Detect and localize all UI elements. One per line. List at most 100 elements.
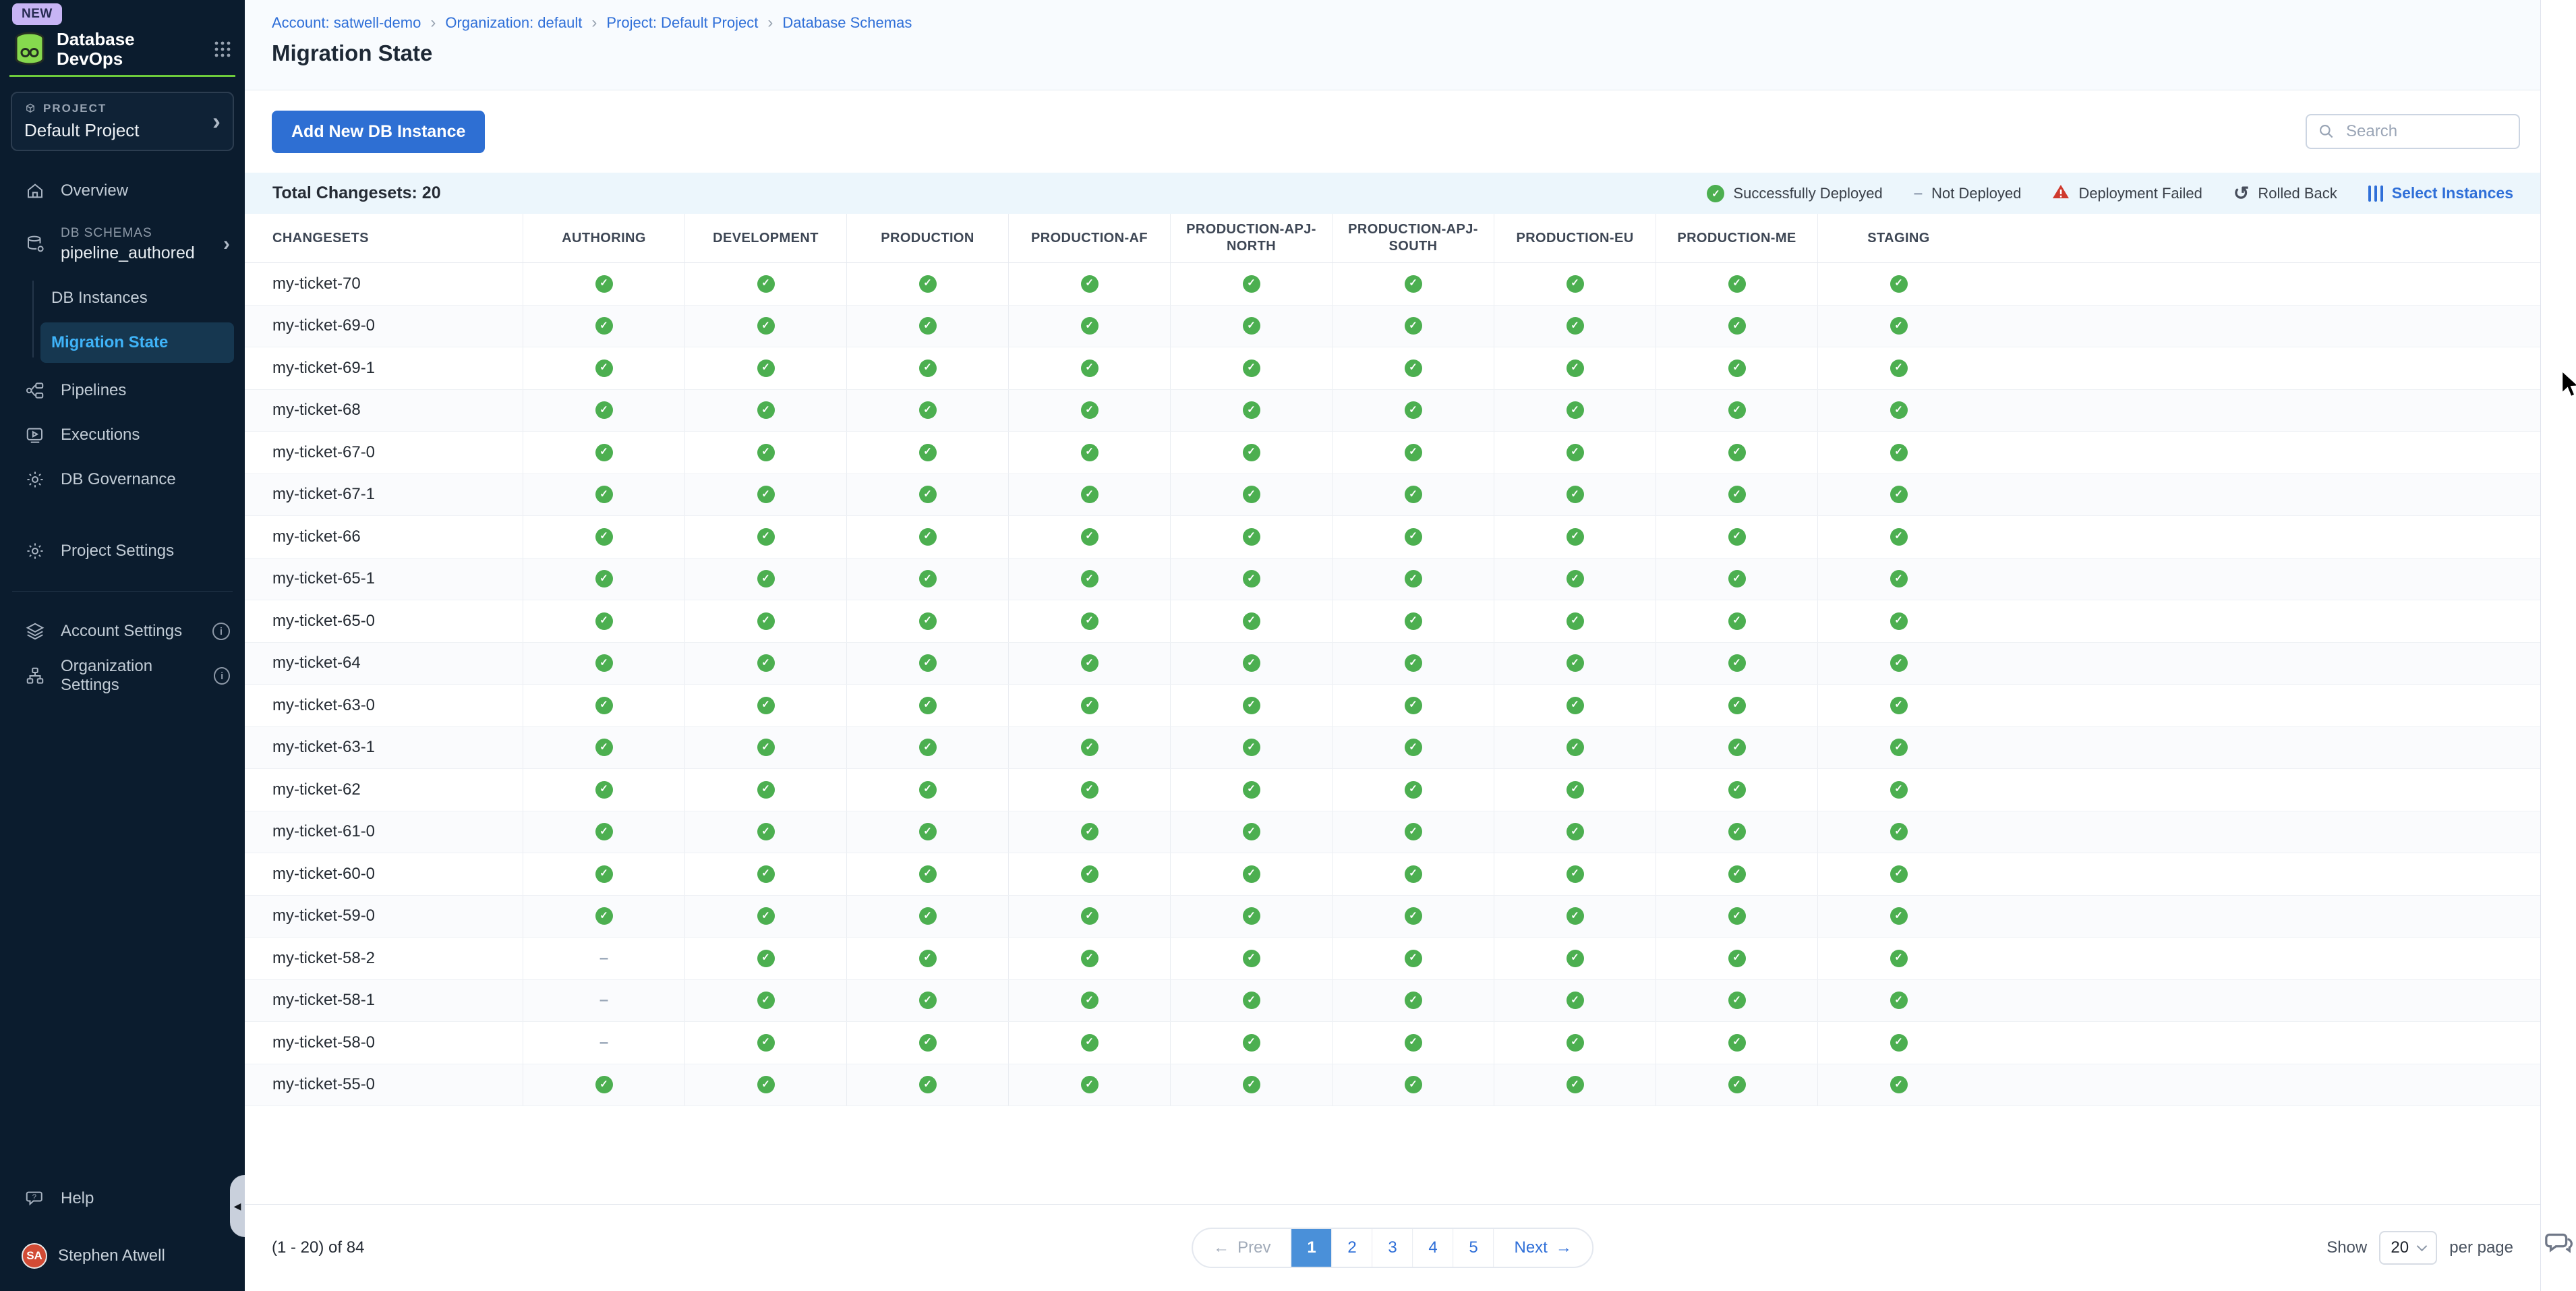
status-cell-deployed: ✓ [1008,263,1170,305]
status-cell-deployed: ✓ [1494,600,1656,642]
status-cell-deployed: ✓ [684,516,846,558]
changeset-name: my-ticket-64 [245,643,523,685]
info-icon[interactable]: i [212,623,230,640]
filter-bars-icon [2368,185,2383,202]
breadcrumb-link[interactable]: Project: Default Project [606,14,758,32]
status-cell-deployed: ✓ [1170,390,1332,432]
app-grid-icon[interactable] [212,39,233,59]
success-check-icon: ✓ [1728,654,1746,672]
table-row: my-ticket-69-1✓✓✓✓✓✓✓✓✓ [245,347,2540,390]
success-check-icon: ✓ [1728,1076,1746,1093]
sidebar-item-migration-state[interactable]: Migration State [40,322,234,363]
sidebar-item-db-governance[interactable]: DB Governance [0,457,245,502]
status-cell-deployed: ✓ [1494,263,1656,305]
status-cell-deployed: ✓ [1332,263,1494,305]
breadcrumb-separator: › [591,13,597,32]
legend-label: Rolled Back [2258,185,2337,202]
success-check-icon: ✓ [757,865,775,883]
success-check-icon: ✓ [1081,1034,1099,1052]
page-size-value: 20 [2391,1238,2409,1257]
next-page-button[interactable]: Next → [1494,1229,1592,1267]
status-cell-deployed: ✓ [1008,769,1170,811]
user-menu[interactable]: SA Stephen Atwell [0,1234,245,1278]
table-row: my-ticket-69-0✓✓✓✓✓✓✓✓✓ [245,306,2540,348]
success-check-icon: ✓ [1081,486,1099,503]
chat-widget-icon[interactable] [2544,1228,2575,1262]
sidebar-item-db-instances[interactable]: DB Instances [40,278,234,318]
status-cell-deployed: ✓ [1656,896,1817,938]
info-icon[interactable]: i [214,667,230,685]
status-cell-deployed: ✓ [1656,1022,1817,1064]
sidebar-item-db-schemas[interactable]: DB SCHEMAS pipeline_authored › [0,213,245,275]
status-cell-deployed: ✓ [1656,306,1817,347]
success-check-icon: ✓ [1081,612,1099,630]
pagination-range: (1 - 20) of 84 [272,1238,364,1257]
status-cell-deployed: ✓ [1332,516,1494,558]
status-cell-deployed: ✓ [523,853,684,895]
sidebar-item-executions[interactable]: Executions [0,413,245,457]
table-row: my-ticket-65-1✓✓✓✓✓✓✓✓✓ [245,558,2540,601]
status-cell-deployed: ✓ [846,896,1008,938]
success-check-icon: ✓ [757,992,775,1009]
status-cell-deployed: ✓ [1817,938,1979,979]
sidebar-item-label: Organization Settings [61,657,199,695]
table-row: my-ticket-58-1–✓✓✓✓✓✓✓✓ [245,980,2540,1023]
status-cell-deployed: ✓ [1656,516,1817,558]
success-check-icon: ✓ [1081,570,1099,587]
status-cell-deployed: ✓ [1008,853,1170,895]
status-cell-deployed: ✓ [846,600,1008,642]
page-button-4[interactable]: 4 [1413,1229,1453,1267]
breadcrumb-link[interactable]: Account: satwell-demo [272,14,421,32]
status-cell-deployed: ✓ [1332,980,1494,1022]
search-box[interactable] [2306,114,2520,149]
success-check-icon: ✓ [1243,486,1260,503]
success-check-icon: ✓ [1243,612,1260,630]
page-button-1[interactable]: 1 [1291,1229,1332,1267]
prev-page-button[interactable]: ← Prev [1193,1229,1291,1267]
success-check-icon: ✓ [1728,950,1746,967]
page-button-3[interactable]: 3 [1372,1229,1413,1267]
breadcrumb-link[interactable]: Database Schemas [782,14,912,32]
breadcrumb-separator: › [430,13,436,32]
status-cell-deployed: ✓ [1494,347,1656,389]
prev-label: Prev [1237,1238,1270,1257]
sidebar-item-organization-settings[interactable]: Organization Settings i [0,654,245,698]
status-cell-deployed: ✓ [1008,938,1170,979]
project-selector[interactable]: PROJECT Default Project › [11,92,234,151]
sidebar-item-help[interactable]: ? Help [0,1176,245,1221]
logo-divider [9,75,235,77]
sidebar-item-label: Help [61,1189,94,1208]
sidebar-item-overview[interactable]: Overview [0,169,245,213]
status-cell-deployed: ✓ [1494,1022,1656,1064]
select-instances-button[interactable]: Select Instances [2368,184,2513,202]
sidebar-item-account-settings[interactable]: Account Settings i [0,609,245,654]
table-row: my-ticket-63-1✓✓✓✓✓✓✓✓✓ [245,727,2540,770]
status-cell-deployed: ✓ [1817,1022,1979,1064]
success-check-icon: ✓ [919,697,937,714]
sidebar-collapse-handle[interactable]: ◀ [230,1175,245,1237]
table-row: my-ticket-67-0✓✓✓✓✓✓✓✓✓ [245,432,2540,474]
success-check-icon: ✓ [1567,992,1584,1009]
sidebar-item-pipelines[interactable]: Pipelines [0,368,245,413]
page-size-select[interactable]: 20 [2379,1231,2437,1265]
status-cell-deployed: ✓ [1332,558,1494,600]
add-new-db-instance-button[interactable]: Add New DB Instance [272,111,485,153]
status-cell-deployed: ✓ [684,980,846,1022]
breadcrumb-link[interactable]: Organization: default [445,14,582,32]
status-cell-deployed: ✓ [1656,263,1817,305]
success-check-icon: ✓ [919,444,937,461]
success-check-icon: ✓ [1243,1076,1260,1093]
success-check-icon: ✓ [1567,486,1584,503]
status-cell-deployed: ✓ [523,643,684,685]
status-cell-deployed: ✓ [1817,347,1979,389]
page-button-5[interactable]: 5 [1453,1229,1494,1267]
search-input[interactable] [2345,121,2508,142]
status-cell-deployed: ✓ [846,727,1008,769]
success-check-icon: ✓ [1567,781,1584,799]
status-cell-deployed: ✓ [846,938,1008,979]
executions-icon [24,425,46,445]
page-button-2[interactable]: 2 [1332,1229,1372,1267]
sidebar-item-project-settings[interactable]: Project Settings [0,529,245,573]
status-cell-deployed: ✓ [1332,306,1494,347]
changeset-name: my-ticket-62 [245,769,523,811]
